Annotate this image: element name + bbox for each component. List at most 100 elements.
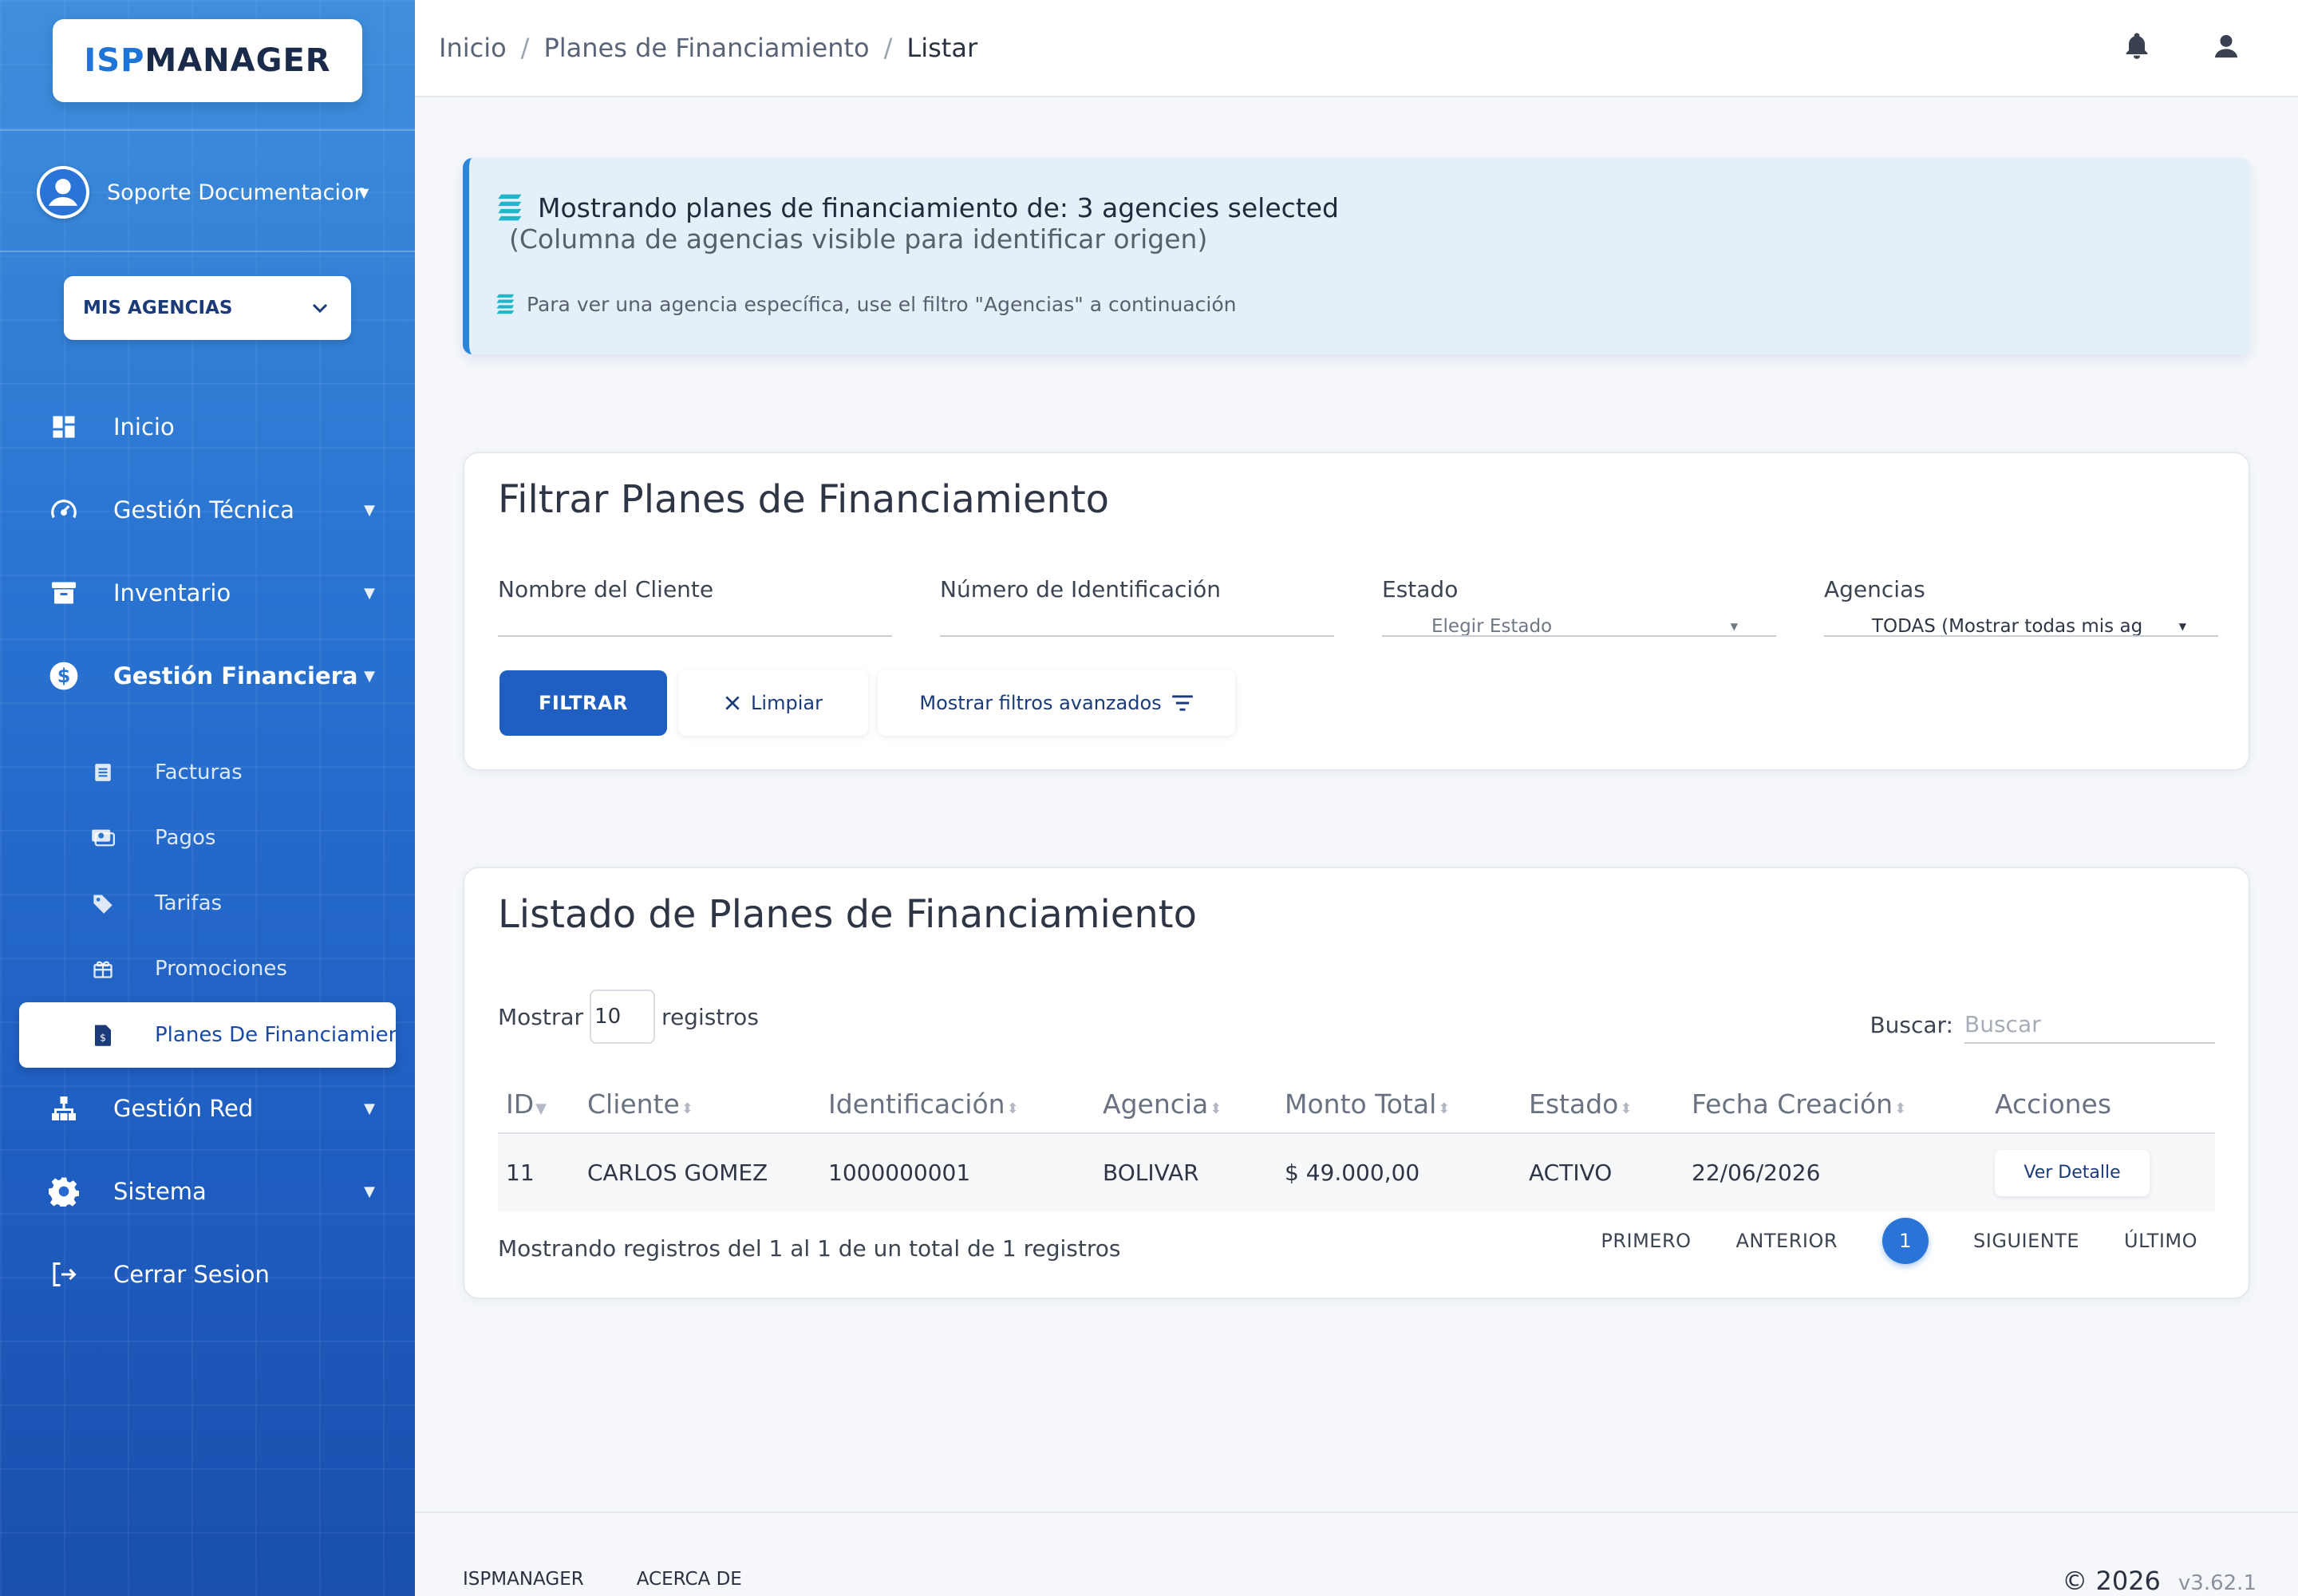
sidebar-item-label: Inventario [113, 579, 231, 606]
footer-link-ispmanager[interactable]: ISPMANAGER [463, 1569, 584, 1590]
column-header-id[interactable]: ID ▼ [498, 1076, 579, 1134]
column-header-monto-total[interactable]: Monto Total ⬍ [1277, 1076, 1521, 1134]
sidebar-subitem-facturas[interactable]: Facturas [89, 749, 393, 796]
identification-field[interactable]: Número de Identificación [940, 576, 1334, 637]
column-header-estado[interactable]: Estado ⬍ [1521, 1076, 1684, 1134]
gear-icon [48, 1175, 80, 1207]
alert-hint: Para ver una agencia específica, use el … [527, 292, 1237, 316]
alert-primary-line: Mostrando planes de financiamiento de: 3… [493, 192, 1339, 223]
column-header-acciones: Acciones [1987, 1076, 2215, 1134]
sidebar-item-inventario[interactable]: Inventario ▼ [48, 565, 375, 621]
notification-bell-icon[interactable] [2121, 30, 2153, 65]
pagination: PRIMERO ANTERIOR 1 SIGUIENTE ÚLTIMO [1601, 1218, 2197, 1264]
column-header-fecha-creacion[interactable]: Fecha Creación ⬍ [1684, 1076, 1987, 1134]
alert-title: Mostrando planes de financiamiento de: 3… [538, 192, 1339, 223]
table-row: 11 CARLOS GOMEZ 1000000001 BOLIVAR $ 49.… [498, 1133, 2215, 1211]
agencies-field[interactable]: Agencias TODAS (Mostrar todas mis ag ▼ [1824, 576, 2218, 637]
pagination-next[interactable]: SIGUIENTE [1973, 1230, 2079, 1252]
speedometer-icon [48, 494, 80, 526]
sidebar-subitem-pagos[interactable]: Pagos [89, 814, 393, 862]
sidebar-item-cerrar-sesion[interactable]: Cerrar Sesion [48, 1246, 375, 1302]
agencies-label: Agencias [1824, 576, 1925, 602]
svg-text:$: $ [57, 665, 71, 687]
sidebar-item-label: Gestión Técnica [113, 496, 294, 523]
table-info: Mostrando registros del 1 al 1 de un tot… [498, 1235, 1121, 1262]
identification-label: Número de Identificación [940, 576, 1222, 602]
column-header-cliente[interactable]: Cliente ⬍ [579, 1076, 820, 1134]
breadcrumb-current: Listar [906, 33, 978, 63]
identification-input[interactable] [940, 635, 1334, 637]
sidebar-item-label: Promociones [155, 957, 287, 981]
sidebar-item-gestion-tecnica[interactable]: Gestión Técnica ▼ [48, 482, 375, 538]
sidebar-item-gestion-red[interactable]: Gestión Red ▼ [48, 1080, 375, 1136]
sort-icon: ⬍ [1620, 1100, 1633, 1117]
sidebar-divider [0, 129, 415, 131]
status-select[interactable]: Elegir Estado ▼ [1382, 616, 1776, 637]
filter-button[interactable]: FILTRAR [499, 670, 667, 736]
advanced-filters-button[interactable]: Mostrar filtros avanzados [878, 670, 1235, 736]
sidebar-item-sistema[interactable]: Sistema ▼ [48, 1163, 375, 1219]
clear-button-label: Limpiar [751, 692, 823, 714]
sidebar-item-label: Pagos [155, 826, 216, 850]
logo-isp-text: ISP [84, 42, 145, 79]
user-profile-icon[interactable] [2210, 30, 2242, 65]
breadcrumb-planes[interactable]: Planes de Financiamiento [543, 33, 869, 63]
sidebar-item-inicio[interactable]: Inicio [48, 399, 375, 455]
breadcrumb-inicio[interactable]: Inicio [439, 33, 507, 63]
footer-links: ISPMANAGER ACERCA DE [463, 1569, 742, 1590]
chevron-down-icon [312, 303, 328, 314]
table-header-row: ID ▼ Cliente ⬍ Identificación ⬍ Agencia ⬍ Mo… [498, 1076, 2215, 1134]
pagination-page-1[interactable]: 1 [1882, 1218, 1929, 1264]
sidebar-item-label: Facturas [155, 760, 243, 784]
sort-icon: ⬍ [1894, 1100, 1907, 1117]
sidebar-subitem-promociones[interactable]: Promociones [89, 945, 393, 993]
client-name-field[interactable]: Nombre del Cliente [498, 576, 892, 637]
pagination-prev[interactable]: ANTERIOR [1736, 1230, 1838, 1252]
filter-card-title: Filtrar Planes de Financiamiento [498, 477, 1110, 522]
column-header-agencia[interactable]: Agencia ⬍ [1095, 1076, 1277, 1134]
clear-button[interactable]: Limpiar [678, 670, 868, 736]
alert-hint-line: Para ver una agencia específica, use el … [493, 292, 1236, 316]
cell-cliente: CARLOS GOMEZ [579, 1133, 820, 1211]
sort-icon: ⬍ [1210, 1100, 1222, 1117]
logo-manager-text: MANAGER [144, 42, 331, 79]
client-name-input[interactable] [498, 635, 892, 637]
agency-selector[interactable]: MIS AGENCIAS [64, 276, 351, 340]
cell-identificacion: 1000000001 [820, 1133, 1095, 1211]
dashboard-icon [48, 411, 80, 443]
list-icon [496, 294, 515, 314]
user-avatar-icon [37, 166, 89, 219]
records-label: registros [661, 1003, 759, 1030]
list-icon [498, 194, 522, 221]
caret-down-icon: ▼ [2178, 621, 2186, 632]
chevron-down-icon: ▼ [359, 184, 369, 200]
sidebar-divider [0, 251, 415, 252]
status-field[interactable]: Estado Elegir Estado ▼ [1382, 576, 1776, 637]
search-control: Buscar: [1870, 1005, 2215, 1044]
caret-down-icon: ▼ [364, 1183, 375, 1200]
version: v3.62.1 [2178, 1571, 2257, 1595]
sidebar-item-label: Sistema [113, 1178, 207, 1205]
sidebar-subitem-planes-de-financiamiento[interactable]: $ Planes De Financiamiento [19, 1002, 396, 1068]
archive-icon [48, 577, 80, 609]
sort-icon: ⬍ [1438, 1100, 1451, 1117]
agencies-select-value: TODAS (Mostrar todas mis ag [1872, 616, 2143, 637]
app-logo[interactable]: ISPMANAGER [53, 19, 362, 102]
sidebar-subitem-tarifas[interactable]: Tarifas [89, 879, 393, 927]
footer-link-acerca-de[interactable]: ACERCA DE [637, 1569, 742, 1590]
cell-estado: ACTIVO [1521, 1133, 1684, 1211]
sidebar-item-gestion-financiera[interactable]: $ Gestión Financiera ▼ [48, 648, 375, 704]
search-input[interactable] [1964, 1005, 2215, 1044]
user-menu[interactable]: Soporte Documentacion ▼ [37, 164, 380, 220]
agencies-select[interactable]: TODAS (Mostrar todas mis ag ▼ [1824, 616, 2218, 637]
caret-down-icon: ▼ [364, 501, 375, 519]
network-icon [48, 1092, 80, 1124]
cell-monto: $ 49.000,00 [1277, 1133, 1521, 1211]
listing-card: Listado de Planes de Financiamiento Most… [463, 867, 2250, 1299]
view-detail-button[interactable]: Ver Detalle [1995, 1149, 2150, 1196]
cell-acciones: Ver Detalle [1987, 1133, 2215, 1211]
column-header-identificacion[interactable]: Identificación ⬍ [820, 1076, 1095, 1134]
pagination-last[interactable]: ÚLTIMO [2124, 1230, 2197, 1252]
page-size-input[interactable]: 10 [590, 990, 656, 1044]
pagination-first[interactable]: PRIMERO [1601, 1230, 1691, 1252]
